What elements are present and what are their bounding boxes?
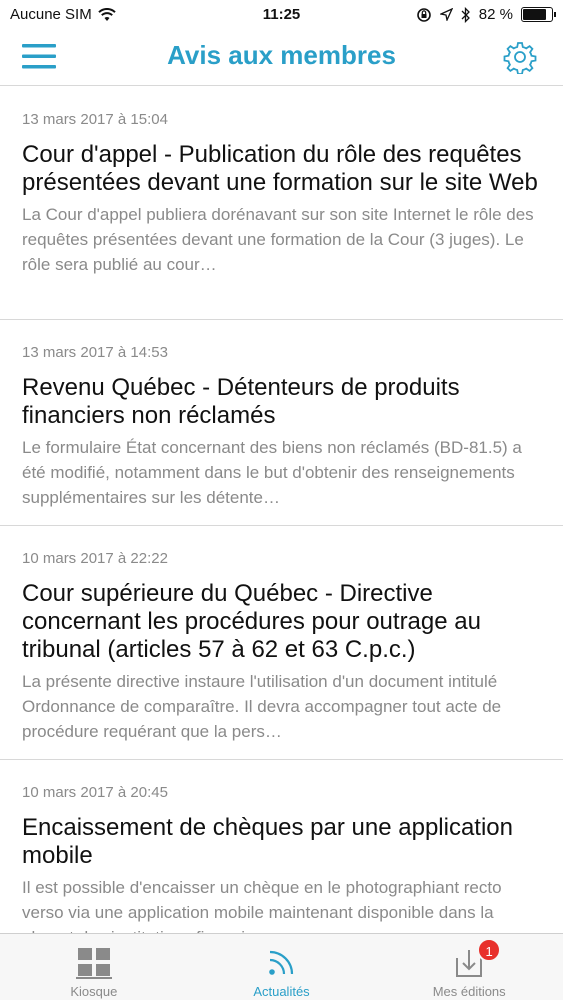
news-title: Encaissement de chèques par une applicat… (22, 814, 513, 869)
news-date: 10 mars 2017 à 22:22 (22, 550, 168, 567)
news-title: Cour d'appel - Publication du rôle des r… (22, 141, 538, 196)
battery-icon (521, 7, 556, 22)
news-feed[interactable]: 13 mars 2017 à 15:04 Cour d'appel - Publ… (0, 87, 563, 933)
news-excerpt: La Cour d'appel publiera dorénavant sur … (22, 205, 534, 274)
notification-badge: 1 (477, 938, 502, 962)
tab-actualites[interactable]: Actualités (188, 934, 376, 1000)
news-excerpt: La présente directive instaure l'utilisa… (22, 672, 502, 741)
tab-bar: Kiosque Actualités 1 Mes éditions (0, 933, 563, 1000)
kiosk-grid-icon (75, 948, 112, 979)
location-icon (439, 8, 453, 21)
battery-level (523, 9, 546, 20)
news-title: Cour supérieure du Québec - Directive co… (22, 580, 481, 663)
gear-icon (503, 42, 537, 75)
settings-button[interactable] (503, 40, 537, 75)
news-item[interactable]: 10 mars 2017 à 22:22 Cour supérieure du … (0, 526, 563, 760)
tab-kiosque[interactable]: Kiosque (0, 934, 188, 1000)
status-bar: Aucune SIM 11:25 82 % (0, 0, 563, 30)
news-excerpt: Il est possible d'encaisser un chèque en… (22, 878, 502, 933)
page-title: Avis aux membres (167, 40, 396, 70)
tab-label: Mes éditions (432, 984, 506, 999)
bluetooth-icon (461, 6, 470, 23)
tab-label: Actualités (253, 984, 310, 999)
news-item[interactable]: 13 mars 2017 à 14:53 Revenu Québec - Dét… (0, 320, 563, 526)
news-item[interactable]: 10 mars 2017 à 20:45 Encaissement de chè… (0, 760, 563, 933)
rss-feed-icon (268, 950, 293, 975)
news-date: 13 mars 2017 à 14:53 (22, 344, 168, 361)
news-date: 10 mars 2017 à 20:45 (22, 784, 168, 801)
news-date: 13 mars 2017 à 15:04 (22, 111, 168, 128)
news-title: Revenu Québec - Détenteurs de produits f… (22, 374, 460, 429)
status-right: 82 % (416, 6, 556, 23)
tab-mes-editions[interactable]: 1 Mes éditions (375, 934, 563, 1000)
battery-percent: 82 % (478, 6, 513, 23)
tab-label: Kiosque (70, 984, 118, 999)
orientation-lock-icon (416, 7, 431, 22)
news-item[interactable]: 13 mars 2017 à 15:04 Cour d'appel - Publ… (0, 87, 563, 320)
news-excerpt: Le formulaire État concernant des biens … (22, 438, 522, 507)
nav-bar: Avis aux membres (0, 30, 563, 86)
